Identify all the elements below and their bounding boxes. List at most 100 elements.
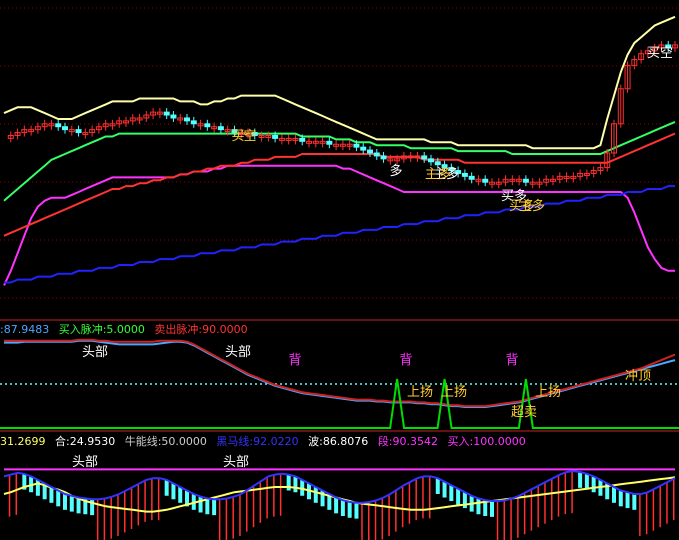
candle: [482, 178, 489, 183]
bottom-annotation: 头部: [223, 455, 249, 470]
momentum-bar: [56, 490, 61, 507]
main-series-line-0: [3, 15, 676, 150]
momentum-bar: [15, 472, 18, 515]
stock-chart: 买空多 主多主多买多主多买多买空头部 头部背背背上扬 上扬 上扬超卖冲顶头部 头部: [0, 7, 679, 540]
momentum-bar: [198, 496, 203, 513]
middle-value: :87.9483: [0, 323, 50, 336]
momentum-bar: [49, 486, 54, 503]
middle-annotation: 头部: [82, 345, 108, 360]
momentum-bar: [35, 479, 40, 496]
momentum-bar: [388, 494, 390, 536]
momentum-bar: [523, 492, 526, 535]
momentum-bar: [625, 492, 630, 509]
bottom-series-line-1: [3, 470, 676, 504]
middle-annotation: 超卖: [511, 405, 537, 420]
momentum-bar: [503, 500, 506, 540]
bottom-panel-header: 31.2699 合:24.9530 牛能线:50.0000 黑马线:92.022…: [0, 433, 532, 449]
momentum-bar: [151, 478, 153, 521]
candle: [421, 155, 428, 160]
candle: [170, 114, 177, 119]
main-annotation: 买空: [647, 46, 673, 61]
bottom-annotation: 头部: [72, 455, 98, 470]
candle: [190, 120, 197, 125]
candle: [184, 117, 190, 122]
momentum-bar: [551, 478, 553, 521]
bottom-value-1: 31.2699: [0, 435, 46, 448]
momentum-bar: [144, 479, 146, 522]
momentum-bar: [63, 494, 67, 510]
he-label: 合:24.9530: [55, 435, 116, 448]
middle-annotation: 背: [505, 353, 518, 368]
momentum-bar: [639, 494, 641, 536]
candle: [468, 175, 475, 180]
momentum-bar: [591, 476, 596, 493]
momentum-bar: [578, 472, 583, 488]
middle-annotation: 上扬: [535, 385, 561, 400]
candle: [380, 155, 387, 160]
momentum-bar: [544, 481, 546, 524]
momentum-bar: [415, 478, 417, 521]
momentum-bar: [347, 501, 352, 518]
middle-annotation: 背: [288, 353, 301, 368]
momentum-bar: [666, 481, 668, 524]
momentum-bar: [422, 476, 424, 519]
momentum-bar: [456, 488, 461, 505]
momentum-bar: [69, 495, 74, 512]
candle: [299, 137, 306, 142]
momentum-bar: [442, 481, 447, 498]
momentum-bar: [557, 474, 560, 517]
duan-label: 段:90.3542: [377, 435, 439, 448]
momentum-bar: [476, 498, 481, 515]
niu-label: 牛能线:50.0000: [124, 435, 207, 448]
momentum-bar: [212, 499, 217, 516]
momentum-bar: [313, 486, 318, 503]
momentum-bar: [293, 476, 298, 493]
momentum-bar: [225, 498, 228, 540]
momentum-bar: [449, 485, 454, 502]
bottom-series-line-0: [3, 476, 676, 513]
momentum-bar: [205, 498, 210, 515]
momentum-bar: [157, 478, 160, 521]
momentum-bar: [401, 485, 404, 528]
candle: [373, 152, 380, 157]
candle: [204, 123, 211, 128]
middle-panel-header: :87.9483 买入脉冲:5.0000 卖出脉冲:90.0000: [0, 321, 254, 337]
momentum-bar: [496, 501, 499, 540]
candle: [367, 149, 373, 154]
main-annotation: 买多: [509, 198, 535, 214]
candle: [360, 146, 367, 151]
momentum-bar: [632, 494, 637, 510]
main-annotation: 主多: [425, 166, 451, 182]
momentum-bar: [232, 496, 234, 539]
candle: [522, 178, 529, 183]
momentum-bar: [218, 499, 221, 540]
momentum-bar: [435, 478, 440, 494]
middle-annotation: 上扬: [441, 385, 467, 400]
momentum-bar: [652, 488, 655, 531]
candle: [353, 143, 360, 148]
momentum-bar: [246, 489, 248, 532]
momentum-bar: [571, 471, 573, 514]
candle: [163, 111, 170, 116]
momentum-bar: [130, 486, 133, 529]
middle-annotation: 背: [399, 353, 412, 368]
momentum-bar: [171, 483, 176, 500]
momentum-bar: [334, 497, 339, 514]
momentum-bar: [8, 474, 11, 517]
candle: [272, 134, 279, 139]
momentum-bar: [354, 502, 359, 519]
candle: [62, 126, 68, 131]
candle: [217, 126, 224, 131]
momentum-bar: [124, 490, 126, 533]
candle: [461, 172, 468, 177]
momentum-bar: [645, 492, 648, 535]
momentum-bar: [340, 500, 345, 516]
momentum-bar: [279, 473, 282, 516]
candle: [75, 129, 82, 134]
main-annotation: 空: [243, 129, 256, 144]
momentum-bar: [266, 476, 268, 519]
momentum-bar: [381, 497, 384, 540]
candle: [434, 161, 441, 166]
middle-annotation: 上扬: [407, 385, 433, 400]
momentum-bar: [103, 498, 106, 540]
